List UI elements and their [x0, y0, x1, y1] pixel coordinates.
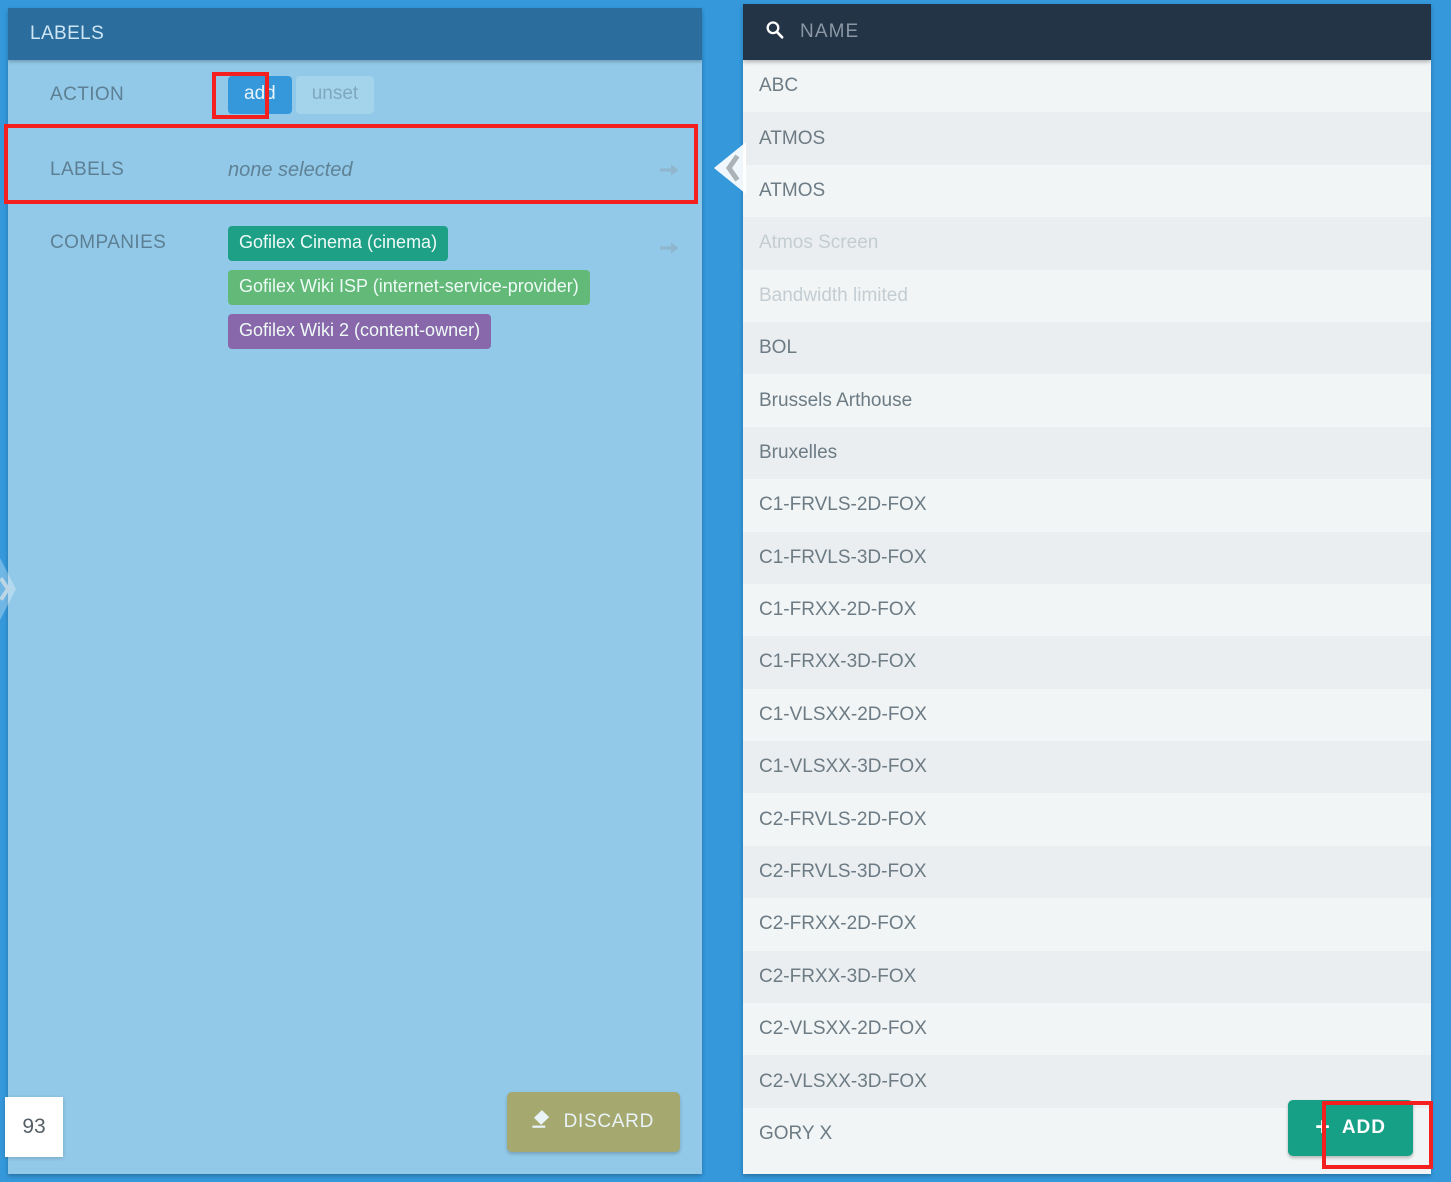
list-item-label: C2-VLSXX-2D-FOX	[759, 1018, 927, 1040]
collapse-left-edge-tab[interactable]	[0, 558, 16, 620]
discard-button-wrap: DISCARD	[506, 1092, 680, 1152]
list-item[interactable]: ATMOS	[743, 112, 1431, 165]
add-toggle-button[interactable]: add	[228, 76, 292, 114]
list-item-label: C1-FRXX-3D-FOX	[759, 651, 917, 673]
list-item[interactable]: C1-VLSXX-3D-FOX	[743, 741, 1431, 794]
search-bar[interactable]: NAME	[743, 4, 1431, 60]
list-item[interactable]: BOL	[743, 321, 1431, 375]
unset-toggle-button[interactable]: unset	[295, 76, 375, 114]
list-item-label: C1-VLSXX-3D-FOX	[759, 756, 927, 778]
arrow-right-icon[interactable]	[658, 159, 680, 181]
list-item-label: ABC	[759, 75, 799, 97]
labels-row-label: LABELS	[50, 159, 125, 180]
list-item[interactable]: C2-FRXX-2D-FOX	[743, 898, 1431, 951]
list-item-label: BOL	[759, 337, 798, 359]
list-item[interactable]: C2-FRVLS-2D-FOX	[743, 793, 1431, 846]
discard-button[interactable]: DISCARD	[506, 1092, 680, 1152]
list-item[interactable]: C1-FRVLS-2D-FOX	[743, 479, 1431, 532]
add-button[interactable]: + ADD	[1288, 1100, 1413, 1156]
action-row: ACTION add unset	[8, 60, 702, 130]
name-result-list: ABC ATMOS ATMOS Atmos Screen Bandwidth limit…	[743, 60, 1431, 1161]
list-item-label: C1-VLSXX-2D-FOX	[759, 703, 927, 725]
list-item-label: C2-FRVLS-3D-FOX	[759, 861, 927, 883]
list-item: Bandwidth limited	[743, 269, 1431, 322]
companies-row-body: Gofilex Cinema (cinema) Gofilex Wiki ISP…	[228, 226, 684, 349]
list-item-label: C2-FRVLS-2D-FOX	[759, 808, 927, 830]
labels-row[interactable]: LABELS none selected	[8, 130, 702, 210]
companies-row[interactable]: COMPANIES Gofilex Cinema (cinema) Gofile…	[8, 210, 702, 349]
action-row-label: ACTION	[50, 84, 125, 105]
panel-header: LABELS	[8, 8, 702, 60]
plus-icon: +	[1315, 1113, 1331, 1141]
list-item-label: C1-FRVLS-3D-FOX	[759, 546, 927, 568]
list-item-label: GORY X	[759, 1123, 833, 1144]
company-tag[interactable]: Gofilex Cinema (cinema)	[228, 226, 449, 261]
list-item[interactable]: C1-FRVLS-3D-FOX	[743, 531, 1431, 584]
action-row-body: add unset	[228, 76, 684, 114]
panel-title: LABELS	[30, 23, 105, 44]
eraser-icon	[529, 1107, 552, 1136]
app-root: LABELS ACTION add unset LABELS none sele…	[0, 0, 1451, 1182]
discard-button-label: DISCARD	[563, 1110, 654, 1132]
selected-count-badge: 93	[5, 1097, 63, 1157]
search-icon	[765, 20, 784, 44]
company-tag[interactable]: Gofilex Wiki 2 (content-owner)	[228, 314, 492, 349]
list-item-label: C2-VLSXX-3D-FOX	[759, 1070, 927, 1092]
list-item[interactable]: C1-FRXX-3D-FOX	[743, 636, 1431, 689]
list-item[interactable]: ATMOS	[743, 164, 1431, 218]
list-item-label: ATMOS	[759, 179, 826, 201]
list-item[interactable]: C2-VLSXX-2D-FOX	[743, 1003, 1431, 1056]
companies-row-label: COMPANIES	[50, 232, 167, 253]
list-item-label: ATMOS	[759, 127, 826, 149]
list-item[interactable]: C2-FRVLS-3D-FOX	[743, 845, 1431, 899]
list-item-label: Bandwidth limited	[759, 284, 908, 306]
list-item-label: C2-FRXX-3D-FOX	[759, 965, 917, 987]
list-item-label: C1-FRVLS-2D-FOX	[759, 494, 927, 516]
list-item[interactable]: ABC	[743, 60, 1431, 113]
labels-row-body: none selected	[228, 159, 684, 182]
action-toggle-group: add unset	[228, 76, 375, 114]
list-item: Atmos Screen	[743, 217, 1431, 270]
list-item-label: C1-FRXX-2D-FOX	[759, 599, 917, 621]
add-button-wrap: + ADD	[1288, 1100, 1413, 1156]
collapse-panel-tab[interactable]	[712, 142, 746, 194]
arrow-right-icon[interactable]	[658, 237, 680, 259]
company-tag[interactable]: Gofilex Wiki ISP (internet-service-provi…	[228, 270, 590, 305]
list-item[interactable]: C1-VLSXX-2D-FOX	[743, 688, 1431, 742]
list-item[interactable]: C1-FRXX-2D-FOX	[743, 583, 1431, 637]
list-item-label: Atmos Screen	[759, 232, 879, 254]
name-search-panel: NAME ABC ATMOS ATMOS Atmos Screen Bandwidth …	[743, 4, 1431, 1174]
list-item[interactable]: Bruxelles	[743, 426, 1431, 480]
search-input[interactable]: NAME	[800, 21, 859, 43]
add-button-label: ADD	[1341, 1116, 1386, 1138]
labels-selected-value: none selected	[228, 158, 353, 181]
labels-edit-panel: LABELS ACTION add unset LABELS none sele…	[8, 8, 702, 1174]
list-item[interactable]: C2-FRXX-3D-FOX	[743, 950, 1431, 1004]
list-item-label: Bruxelles	[759, 441, 838, 463]
list-item[interactable]: Brussels Arthouse	[743, 374, 1431, 427]
list-item-label: Brussels Arthouse	[759, 389, 913, 411]
list-item-label: C2-FRXX-2D-FOX	[759, 913, 917, 935]
